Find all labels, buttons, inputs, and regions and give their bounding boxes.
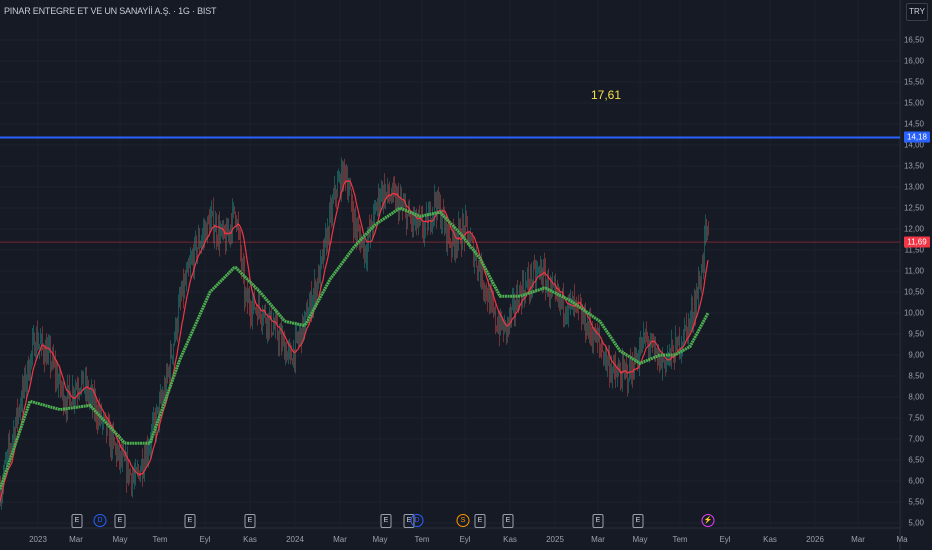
price-annotation: 17,61 [591, 88, 622, 102]
time-tick: Tem [672, 535, 688, 544]
price-tick: 10,00 [903, 308, 924, 318]
time-tick: Ma [896, 535, 908, 544]
time-tick: Kas [243, 535, 257, 544]
time-tick: May [372, 535, 388, 544]
split-icon[interactable]: S [456, 514, 470, 527]
time-tick: Tem [152, 535, 168, 544]
earnings-icon[interactable]: E [632, 514, 644, 528]
price-tick: 16,00 [903, 56, 924, 66]
price-tick: 5,00 [908, 518, 924, 528]
price-tick: 13,00 [903, 182, 924, 192]
earnings-icon[interactable]: E [502, 514, 514, 528]
earnings-icon[interactable]: E [184, 514, 196, 528]
price-tick: 12,00 [903, 224, 924, 234]
price-tick: 8,50 [908, 371, 924, 381]
earnings-icon[interactable]: E [114, 514, 126, 528]
time-tick: 2024 [286, 535, 304, 544]
earnings-icon[interactable]: E [474, 514, 486, 528]
time-tick: Kas [503, 535, 517, 544]
price-chart[interactable] [0, 0, 932, 550]
price-tick: 5,50 [908, 497, 924, 507]
price-tick: 10,50 [903, 287, 924, 297]
dividend-icon[interactable]: D [410, 514, 424, 527]
horizontal-line-price-tag: 14,18 [904, 131, 930, 143]
time-tick: Tem [414, 535, 430, 544]
time-tick: Mar [333, 535, 347, 544]
price-tick: 15,50 [903, 77, 924, 87]
dividend-icon[interactable]: D [93, 514, 107, 527]
price-tick: 16,50 [903, 35, 924, 45]
last-price-tag: 11,69 [904, 236, 930, 248]
time-tick: May [112, 535, 128, 544]
price-tick: 7,00 [908, 434, 924, 444]
time-tick: Mar [851, 535, 865, 544]
time-tick: Mar [69, 535, 83, 544]
time-tick: Eyl [199, 535, 211, 544]
earnings-icon[interactable]: E [592, 514, 604, 528]
time-tick: Mar [591, 535, 605, 544]
time-tick: 2025 [546, 535, 564, 544]
price-tick: 15,00 [903, 98, 924, 108]
time-tick: 2023 [29, 535, 47, 544]
price-tick: 11,00 [904, 266, 924, 276]
earnings-icon[interactable]: E [71, 514, 83, 528]
chart-window: PINAR ENTEGRE ET VE UN SANAYİİ A.Ş. · 1G… [0, 0, 932, 550]
price-tick: 12,50 [903, 203, 924, 213]
time-tick: Kas [763, 535, 777, 544]
price-tick: 7,50 [908, 413, 924, 423]
price-tick: 6,00 [908, 476, 924, 486]
price-tick: 13,50 [903, 161, 924, 171]
earnings-icon[interactable]: E [380, 514, 392, 528]
price-tick: 8,00 [908, 392, 924, 402]
price-tick: 9,00 [908, 350, 924, 360]
currency-button[interactable]: TRY [906, 3, 928, 21]
time-tick: Eyl [719, 535, 731, 544]
earnings-icon[interactable]: E [244, 514, 256, 528]
price-tick: 9,50 [908, 329, 924, 339]
time-tick: 2026 [806, 535, 824, 544]
symbol-title: PINAR ENTEGRE ET VE UN SANAYİİ A.Ş. · 1G… [4, 6, 217, 16]
price-tick: 14,50 [903, 119, 924, 129]
time-tick: Eyl [459, 535, 471, 544]
time-tick: May [632, 535, 648, 544]
price-tick: 6,50 [908, 455, 924, 465]
lightning-icon[interactable]: ⚡ [701, 514, 715, 527]
